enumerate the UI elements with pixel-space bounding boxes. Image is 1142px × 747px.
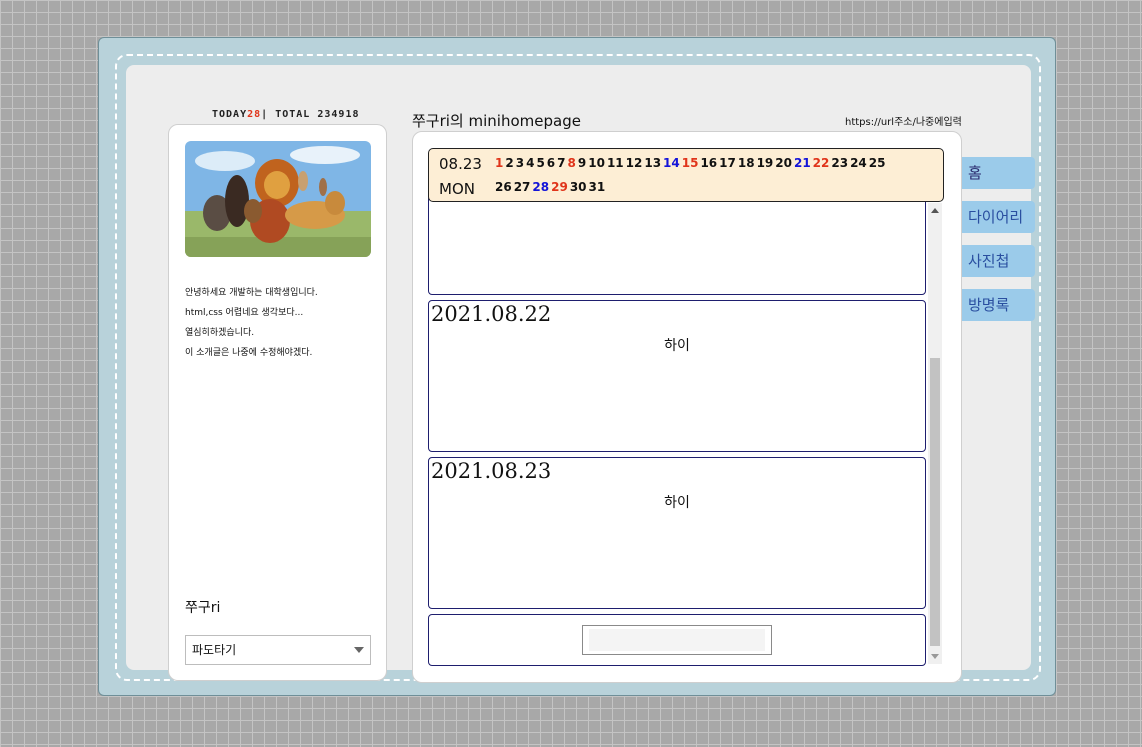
intro-line: 이 소개글은 나중에 수정해야겠다. (185, 348, 313, 358)
surf-dropdown-value: 파도타기 (192, 643, 237, 657)
calendar-weekday: MON (439, 180, 475, 198)
site-url: https://url주소/나중에입력 (845, 117, 962, 128)
total-label: TOTAL (275, 109, 311, 120)
minihome-frame: TODAY28| TOTAL 234918 안녕하세요 개발하는 대학생입니다.… (98, 37, 1056, 696)
calendar-day[interactable]: 18 (738, 156, 755, 170)
calendar-day[interactable]: 31 (589, 180, 606, 194)
calendar-day[interactable]: 17 (719, 156, 736, 170)
diary-post: 2021.08.22 하이 (428, 300, 926, 452)
today-count: 28 (247, 109, 262, 120)
owner-name: 쭈구ri (185, 600, 221, 616)
tab-home[interactable]: 홈 (962, 157, 1035, 189)
profile-image-illustration (185, 141, 371, 257)
intro-line: 열심히하겠습니다. (185, 328, 255, 338)
comment-area (428, 614, 926, 666)
visitor-counter: TODAY28| TOTAL 234918 (212, 109, 359, 120)
diary-post: 2021.08.23 하이 (428, 457, 926, 609)
today-label: TODAY (212, 109, 248, 120)
comment-input[interactable] (582, 625, 772, 655)
calendar-day[interactable]: 5 (536, 156, 544, 170)
diary-scrollbar[interactable] (928, 203, 942, 664)
total-count: 234918 (317, 109, 360, 120)
post-body: 하이 (664, 495, 690, 511)
calendar-day[interactable]: 2 (505, 156, 513, 170)
calendar-day[interactable]: 25 (869, 156, 886, 170)
calendar-day[interactable]: 27 (514, 180, 531, 194)
calendar-day[interactable]: 3 (516, 156, 524, 170)
calendar-date: 08.23 (439, 155, 482, 173)
tab-photo-album[interactable]: 사진첩 (962, 245, 1035, 277)
calendar-day[interactable]: 22 (813, 156, 830, 170)
calendar-day[interactable]: 20 (775, 156, 792, 170)
minihome-inner: TODAY28| TOTAL 234918 안녕하세요 개발하는 대학생입니다.… (126, 65, 1035, 683)
calendar-day[interactable]: 11 (607, 156, 624, 170)
calendar-day[interactable]: 14 (663, 156, 680, 170)
profile-card: 안녕하세요 개발하는 대학생입니다. html,css 어렵네요 생각보다...… (168, 124, 387, 681)
post-date: 2021.08.22 (431, 302, 552, 326)
calendar-day[interactable]: 15 (682, 156, 699, 170)
calendar-day[interactable]: 7 (557, 156, 565, 170)
calendar-day[interactable]: 19 (757, 156, 774, 170)
post-date: 2021.08.23 (431, 459, 552, 483)
calendar-day[interactable]: 21 (794, 156, 811, 170)
intro-line: 안녕하세요 개발하는 대학생입니다. (185, 288, 318, 298)
calendar-day[interactable]: 9 (578, 156, 586, 170)
calendar-day[interactable]: 12 (626, 156, 643, 170)
calendar-day[interactable]: 10 (588, 156, 605, 170)
page-title: 쭈구ri의 minihomepage (412, 112, 581, 130)
calendar-day[interactable]: 8 (568, 156, 576, 170)
chevron-down-icon (354, 647, 364, 653)
calendar-day[interactable]: 16 (700, 156, 717, 170)
calendar-day[interactable]: 4 (526, 156, 534, 170)
post-body: 하이 (664, 338, 690, 354)
comment-input-field[interactable] (589, 629, 765, 651)
arrow-down-icon[interactable] (931, 654, 939, 659)
profile-image (185, 141, 371, 257)
calendar-day[interactable]: 29 (551, 180, 568, 194)
scrollbar-thumb[interactable] (930, 358, 940, 646)
tab-guestbook[interactable]: 방명록 (962, 289, 1035, 321)
calendar-days-row: 26 27 28 29 30 31 (495, 180, 607, 194)
calendar-day[interactable]: 1 (495, 156, 503, 170)
calendar-day[interactable]: 23 (831, 156, 848, 170)
calendar-days-row: 1 2 3 4 5 6 7 8 9 10 11 12 13 14 15 16 17 18 19 20 21 22 23 24 2… (495, 156, 887, 170)
arrow-up-icon[interactable] (931, 208, 939, 213)
calendar-day[interactable]: 6 (547, 156, 555, 170)
surf-dropdown[interactable]: 파도타기 (185, 635, 371, 665)
calendar-bar: 08.23 MON 1 2 3 4 5 6 7 8 9 10 11 12 13 14 15 16 17 18 19 2… (428, 148, 944, 202)
calendar-day[interactable]: 26 (495, 180, 512, 194)
calendar-day[interactable]: 30 (570, 180, 587, 194)
calendar-day[interactable]: 13 (644, 156, 661, 170)
diary-post (428, 195, 926, 295)
intro-text: 안녕하세요 개발하는 대학생입니다. html,css 어렵네요 생각보다...… (185, 283, 375, 363)
tab-diary[interactable]: 다이어리 (962, 201, 1035, 233)
calendar-day[interactable]: 24 (850, 156, 867, 170)
counter-separator: | (261, 109, 269, 120)
calendar-day[interactable]: 28 (532, 180, 549, 194)
intro-line: html,css 어렵네요 생각보다... (185, 308, 304, 318)
